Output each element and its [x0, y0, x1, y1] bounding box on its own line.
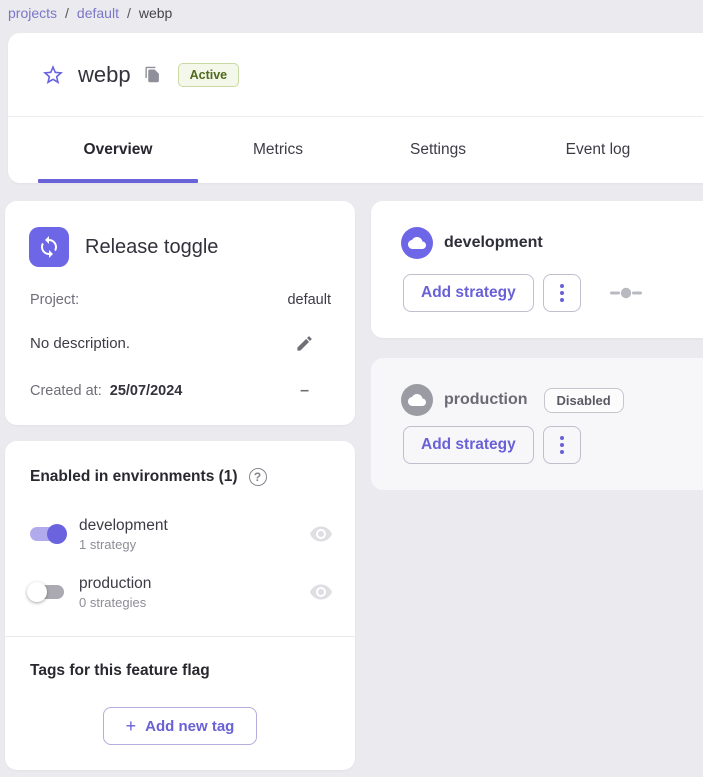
environment-strategy-count: 0 strategies	[79, 595, 309, 610]
environment-panel-production: production Disabled Add strategy	[371, 358, 703, 490]
flag-title: webp	[78, 62, 131, 88]
breadcrumb-current: webp	[139, 5, 172, 21]
environment-disabled-badge: Disabled	[544, 388, 624, 413]
divider	[5, 636, 355, 637]
visibility-button-production[interactable]	[309, 580, 333, 604]
breadcrumb-separator: /	[65, 5, 69, 21]
project-row: Project: default	[30, 292, 331, 308]
eye-icon	[309, 522, 333, 546]
release-toggle-icon	[29, 227, 69, 267]
production-toggle[interactable]	[27, 580, 67, 604]
favorite-star-icon[interactable]	[41, 63, 65, 87]
environment-strategy-count: 1 strategy	[79, 537, 309, 552]
collapse-dash: –	[300, 382, 309, 400]
breadcrumb-projects-link[interactable]: projects	[8, 5, 57, 21]
edit-description-button[interactable]	[287, 326, 321, 360]
tags-title: Tags for this feature flag	[30, 662, 210, 680]
environment-toggle-row-production: production 0 strategies	[27, 569, 333, 615]
cloud-environment-icon	[401, 384, 433, 416]
visibility-button-development[interactable]	[309, 522, 333, 546]
tab-event-log[interactable]: Event log	[518, 117, 678, 183]
plus-icon: +	[126, 716, 137, 737]
copy-name-icon[interactable]	[144, 66, 161, 83]
tab-settings[interactable]: Settings	[358, 117, 518, 183]
flag-title-row: webp Active	[8, 33, 703, 116]
flag-details-card: Release toggle Project: default No descr…	[5, 201, 355, 425]
panel-environment-name: production	[444, 391, 528, 409]
breadcrumb-separator: /	[127, 5, 131, 21]
help-icon[interactable]: ?	[249, 468, 267, 486]
project-value: default	[287, 292, 331, 308]
kebab-icon	[560, 436, 564, 440]
add-strategy-button-production[interactable]: Add strategy	[403, 426, 534, 464]
created-label: Created at:	[30, 383, 102, 399]
eye-icon	[309, 580, 333, 604]
breadcrumb: projects / default / webp	[8, 0, 172, 26]
environment-name: production	[79, 575, 309, 593]
status-badge: Active	[178, 63, 240, 87]
project-label: Project:	[30, 292, 79, 308]
description-row: No description.	[30, 325, 331, 361]
environment-name: development	[79, 517, 309, 535]
environments-title: Enabled in environments (1)	[30, 468, 238, 486]
flag-type-label: Release toggle	[85, 236, 218, 259]
environments-card: Enabled in environments (1) ? developmen…	[5, 441, 355, 770]
add-new-tag-button[interactable]: + Add new tag	[103, 707, 257, 745]
created-value: 25/07/2024	[110, 383, 183, 399]
created-row: Created at: 25/07/2024 –	[30, 375, 331, 407]
panel-environment-name: development	[444, 234, 543, 252]
development-toggle[interactable]	[27, 522, 67, 546]
feature-flag-overview-page: projects / default / webp webp Active Ov…	[0, 0, 703, 777]
tab-metrics[interactable]: Metrics	[198, 117, 358, 183]
breadcrumb-project-link[interactable]: default	[77, 5, 119, 21]
kebab-icon	[560, 284, 564, 288]
pencil-icon	[295, 334, 314, 353]
environment-panel-development: development Add strategy	[371, 201, 703, 338]
flag-header-card: webp Active Overview Metrics Settings Ev…	[8, 33, 703, 183]
active-tab-indicator	[38, 179, 198, 183]
environment-toggle-row-development: development 1 strategy	[27, 511, 333, 557]
tab-overview[interactable]: Overview	[38, 117, 198, 183]
description-text: No description.	[30, 335, 130, 352]
environment-menu-button-development[interactable]	[543, 274, 581, 312]
add-new-tag-label: Add new tag	[145, 718, 234, 735]
tab-bar: Overview Metrics Settings Event log	[8, 116, 703, 183]
cloud-environment-icon	[401, 227, 433, 259]
add-strategy-button-development[interactable]: Add strategy	[403, 274, 534, 312]
environment-menu-button-production[interactable]	[543, 426, 581, 464]
commit-node-icon	[610, 287, 642, 299]
